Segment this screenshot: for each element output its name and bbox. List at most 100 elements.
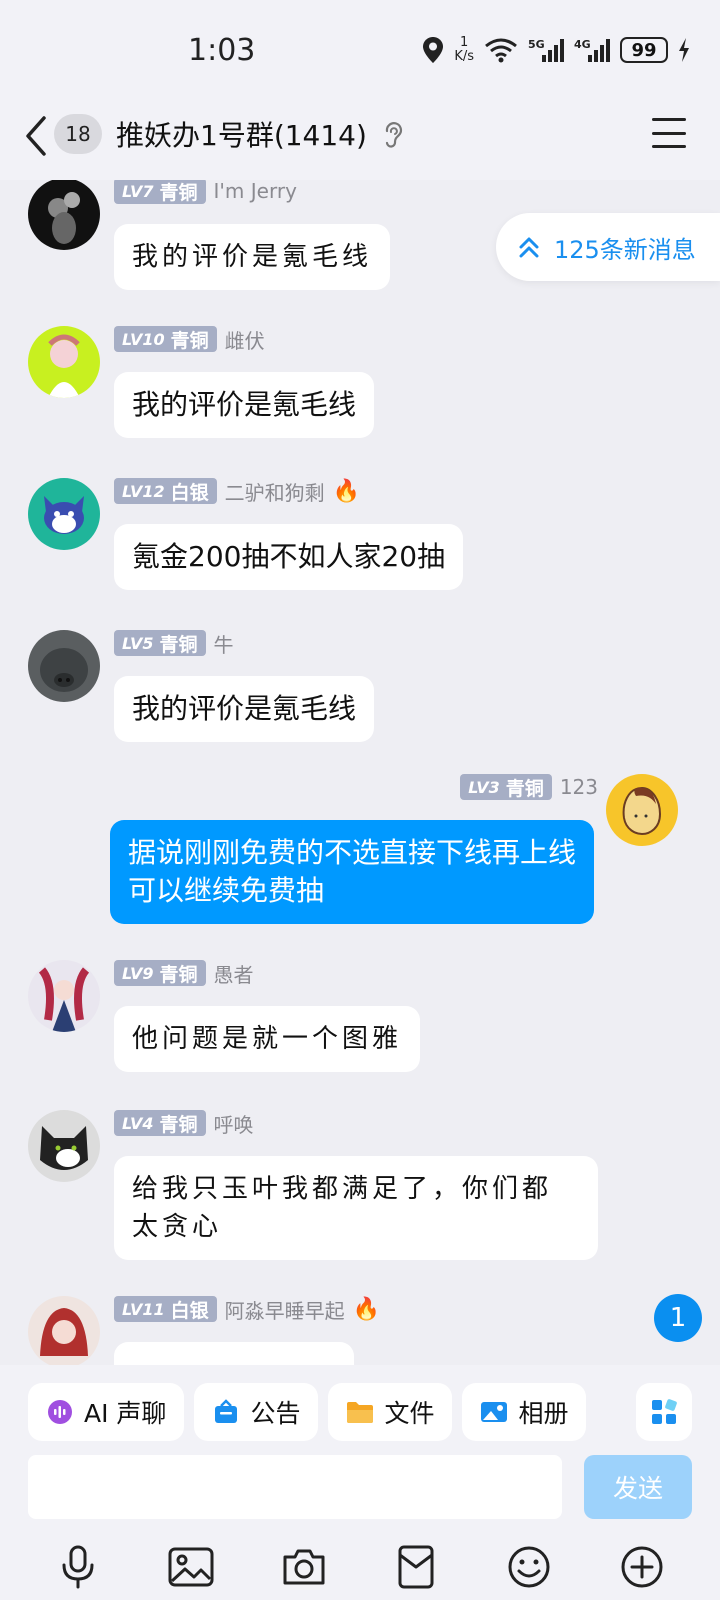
unread-mention-badge[interactable]: 1 bbox=[654, 1294, 702, 1342]
red-packet-button[interactable] bbox=[392, 1543, 440, 1591]
back-button[interactable] bbox=[24, 114, 56, 158]
sender-name[interactable]: 阿淼早睡早起 bbox=[225, 1295, 345, 1324]
message-input[interactable] bbox=[28, 1455, 562, 1519]
signal-5g-icon: 5G bbox=[528, 37, 564, 63]
sender-name[interactable]: 愚者 bbox=[214, 959, 254, 988]
avatar[interactable] bbox=[28, 1110, 100, 1182]
image-button[interactable] bbox=[167, 1543, 215, 1591]
message-bubble[interactable] bbox=[114, 1342, 354, 1365]
more-button[interactable] bbox=[618, 1543, 666, 1591]
level-badge: LV7 青铜 bbox=[114, 180, 206, 204]
location-icon bbox=[422, 36, 444, 64]
net-speed-unit: K/s bbox=[454, 49, 474, 64]
chevron-left-icon bbox=[26, 116, 46, 156]
level-badge: LV9 青铜 bbox=[114, 960, 206, 986]
avatar[interactable] bbox=[28, 326, 100, 398]
level-text: LV12 bbox=[122, 481, 165, 501]
level-badge: LV11 白银 bbox=[114, 1296, 217, 1322]
tier-text: 青铜 bbox=[170, 329, 209, 352]
more-apps-button[interactable] bbox=[636, 1383, 692, 1441]
ear-icon bbox=[382, 120, 404, 150]
message-meta: LV5 青铜 牛 bbox=[114, 629, 234, 658]
apps-grid-icon bbox=[652, 1399, 677, 1424]
message-meta: LV9 青铜 愚者 bbox=[114, 959, 254, 988]
sender-name[interactable]: 呼唤 bbox=[214, 1109, 254, 1138]
ai-voice-icon bbox=[46, 1398, 74, 1426]
composer-toolbar bbox=[0, 1537, 720, 1597]
album-icon bbox=[480, 1398, 508, 1426]
plus-circle-icon bbox=[621, 1546, 663, 1588]
message-meta: LV10 青铜 雌伏 bbox=[114, 325, 265, 354]
tier-text: 青铜 bbox=[159, 633, 198, 656]
message-meta: LV7 青铜 I'm Jerry bbox=[114, 180, 297, 204]
avatar[interactable] bbox=[28, 630, 100, 702]
avatar[interactable] bbox=[28, 960, 100, 1032]
quick-actions: AI 声聊 公告 文件 相册 bbox=[28, 1383, 587, 1441]
message-bubble[interactable]: 给我只玉叶我都满足了，你们都太贪心 bbox=[114, 1156, 598, 1260]
message-meta: LV12 白银 二驴和狗剩 🔥 bbox=[114, 477, 361, 506]
avatar[interactable] bbox=[606, 774, 678, 846]
message-bubble[interactable]: 我的评价是氪毛线 bbox=[114, 676, 375, 742]
new-messages-button[interactable]: 125条新消息 bbox=[496, 213, 720, 281]
menu-button[interactable] bbox=[652, 118, 686, 148]
wifi-icon bbox=[484, 37, 518, 63]
unread-count-badge[interactable]: 18 bbox=[54, 114, 102, 154]
album-button[interactable]: 相册 bbox=[462, 1383, 587, 1441]
message-bubble[interactable]: 他问题是就一个图雅 bbox=[114, 1006, 421, 1072]
microphone-icon bbox=[62, 1545, 94, 1589]
emoji-button[interactable] bbox=[505, 1543, 553, 1591]
sender-name[interactable]: 二驴和狗剩 bbox=[225, 477, 325, 506]
double-chevron-up-icon bbox=[519, 237, 539, 258]
ai-voice-label: AI 声聊 bbox=[84, 1399, 167, 1428]
chat-header: 18 推妖办1号群(1414) bbox=[0, 100, 720, 180]
level-text: LV4 bbox=[122, 1113, 154, 1133]
image-icon bbox=[168, 1547, 214, 1587]
fire-icon: 🔥 bbox=[332, 478, 361, 504]
message-bubble[interactable]: 我的评价是氪毛线 bbox=[114, 372, 375, 438]
level-badge: LV3 青铜 bbox=[460, 774, 552, 800]
battery-indicator: 99 bbox=[620, 37, 668, 63]
status-bar: 1:03 1 K/s 5G 4G 99 bbox=[0, 0, 720, 100]
send-button[interactable]: 发送 bbox=[584, 1455, 692, 1519]
files-label: 文件 bbox=[384, 1399, 435, 1428]
message-meta: LV11 白银 阿淼早睡早起 🔥 bbox=[114, 1295, 381, 1324]
sender-name[interactable]: 牛 bbox=[214, 629, 234, 658]
camera-button[interactable] bbox=[280, 1543, 328, 1591]
level-badge: LV12 白银 bbox=[114, 478, 217, 504]
message-bubble-self[interactable]: 据说刚刚免费的不选直接下线再上线可以继续免费抽 bbox=[110, 820, 594, 924]
level-text: LV5 bbox=[122, 633, 154, 653]
avatar[interactable] bbox=[28, 478, 100, 550]
tier-text: 白银 bbox=[170, 481, 209, 504]
red-packet-icon bbox=[398, 1545, 434, 1589]
svg-text:4G: 4G bbox=[574, 38, 591, 51]
fire-icon: 🔥 bbox=[352, 1296, 381, 1322]
group-title[interactable]: 推妖办1号群(1414) bbox=[116, 114, 367, 154]
menu-icon-line bbox=[652, 131, 686, 135]
avatar[interactable] bbox=[28, 1296, 100, 1365]
sender-name[interactable]: I'm Jerry bbox=[214, 180, 297, 203]
signal-4g-icon: 4G bbox=[574, 37, 610, 63]
level-text: LV3 bbox=[468, 777, 500, 797]
new-messages-label: 125条新消息 bbox=[554, 235, 696, 264]
emoji-icon bbox=[508, 1546, 550, 1588]
message-meta: LV3 青铜 123 bbox=[460, 774, 598, 800]
message-bubble[interactable]: 我的评价是氪毛线 bbox=[114, 224, 391, 290]
level-badge: LV10 青铜 bbox=[114, 326, 217, 352]
status-time: 1:03 bbox=[188, 33, 256, 68]
voice-button[interactable] bbox=[54, 1543, 102, 1591]
message-list[interactable]: LV7 青铜 I'm Jerry 我的评价是氪毛线 LV10 青铜 雌伏 我的评价是… bbox=[0, 180, 720, 1365]
level-text: LV7 bbox=[122, 181, 154, 201]
files-button[interactable]: 文件 bbox=[328, 1383, 453, 1441]
tier-text: 青铜 bbox=[505, 777, 544, 800]
menu-icon-line bbox=[652, 118, 686, 121]
net-speed-value: 1 bbox=[460, 35, 469, 50]
announcement-icon bbox=[212, 1398, 240, 1426]
sender-name[interactable]: 123 bbox=[560, 775, 598, 799]
avatar[interactable] bbox=[28, 180, 100, 250]
message-bubble[interactable]: 氪金200抽不如人家20抽 bbox=[114, 524, 464, 590]
net-speed: 1 K/s bbox=[454, 36, 474, 64]
announcement-button[interactable]: 公告 bbox=[194, 1383, 319, 1441]
sender-name[interactable]: 雌伏 bbox=[225, 325, 265, 354]
folder-icon bbox=[346, 1398, 374, 1426]
ai-voice-button[interactable]: AI 声聊 bbox=[28, 1383, 185, 1441]
